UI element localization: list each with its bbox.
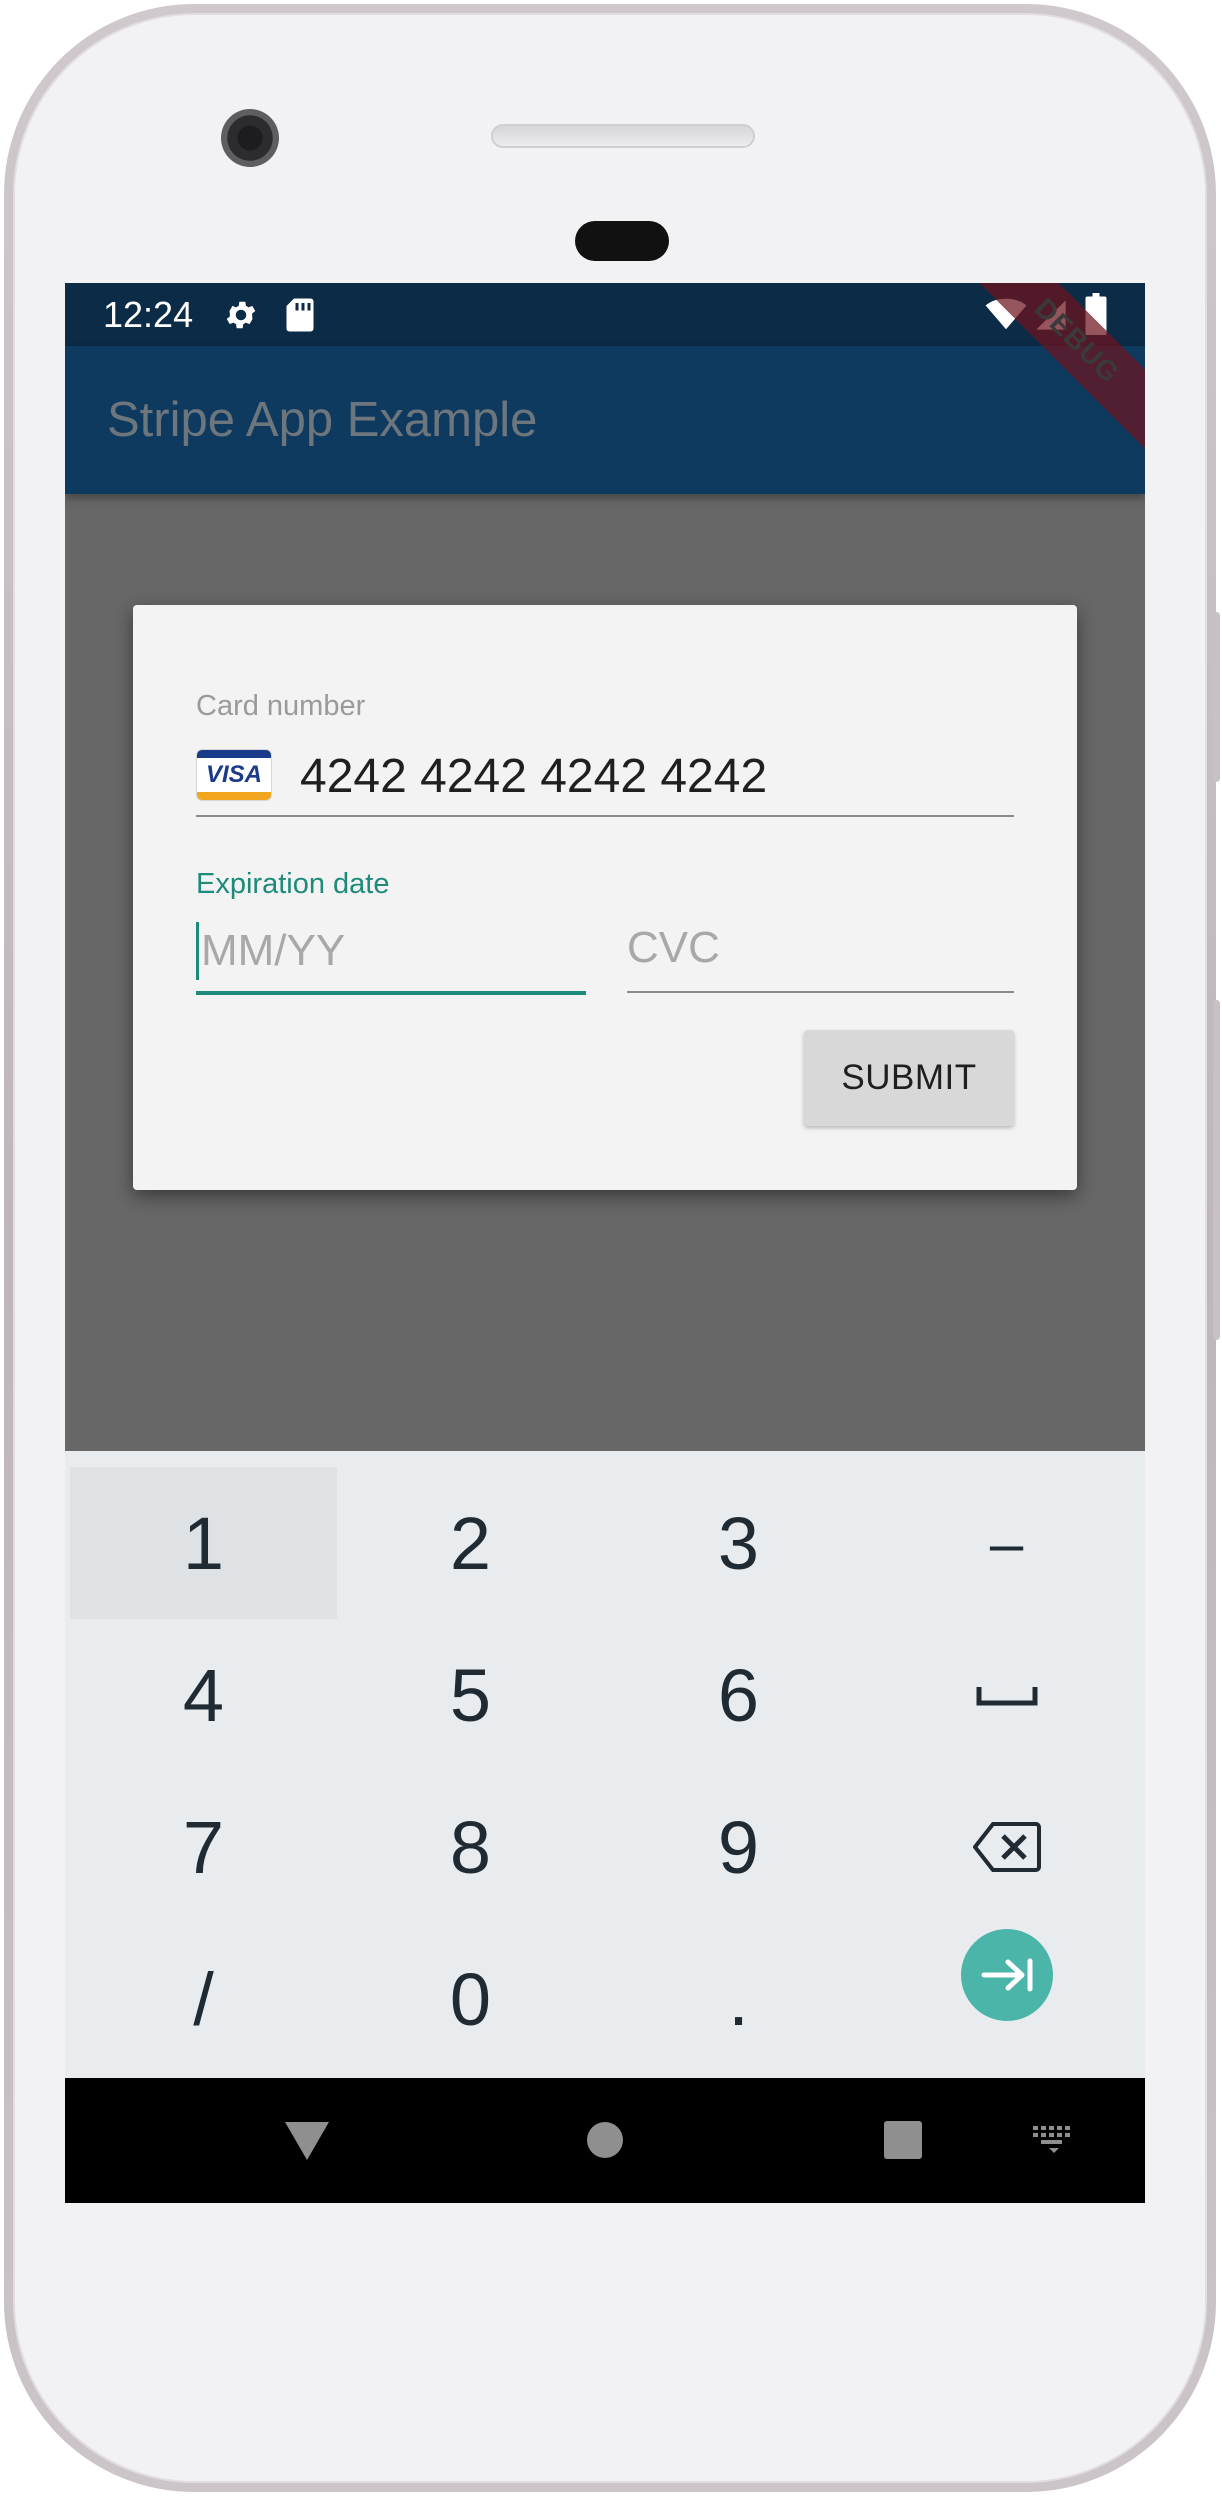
submit-button[interactable]: SUBMIT <box>804 1030 1014 1126</box>
key-dash[interactable]: – <box>873 1467 1140 1619</box>
sd-card-icon <box>286 298 314 332</box>
app-bar: Stripe App Example <box>65 346 1145 494</box>
key-slash[interactable]: / <box>70 1923 337 2075</box>
key-7[interactable]: 7 <box>70 1771 337 1923</box>
front-camera <box>221 109 279 167</box>
text-cursor <box>196 922 199 980</box>
key-4[interactable]: 4 <box>70 1619 337 1771</box>
key-1[interactable]: 1 <box>70 1467 337 1619</box>
screen: 12:24 Stripe App Example DEBUG Card numb… <box>65 283 1145 2203</box>
visa-card-icon: VISA <box>196 749 272 801</box>
card-number-field[interactable]: 4242 4242 4242 4242 <box>300 749 767 805</box>
gear-icon <box>226 301 256 329</box>
next-action-button[interactable] <box>960 1929 1053 2021</box>
cvc-field[interactable]: CVC <box>627 922 720 974</box>
status-time: 12:24 <box>103 294 194 335</box>
status-bar: 12:24 <box>65 283 1145 346</box>
key-5[interactable]: 5 <box>337 1619 604 1771</box>
expiration-date-underline <box>196 991 586 995</box>
key-0[interactable]: 0 <box>337 1923 604 2075</box>
numeric-keyboard: 1 2 3 – 4 5 6 7 8 9 / 0 . <box>65 1451 1145 2078</box>
key-space[interactable] <box>873 1619 1140 1771</box>
back-icon[interactable] <box>283 2120 331 2162</box>
key-next[interactable] <box>873 1899 1140 2051</box>
space-icon <box>976 1687 1037 1706</box>
next-arrow-icon <box>981 1958 1032 1992</box>
key-period[interactable]: . <box>605 1923 872 2075</box>
expiration-date-field[interactable]: MM/YY <box>201 925 345 977</box>
cvc-underline <box>627 991 1014 993</box>
proximity-sensor <box>575 221 669 261</box>
key-8[interactable]: 8 <box>337 1771 604 1923</box>
card-number-label: Card number <box>196 690 366 722</box>
home-icon[interactable] <box>585 2120 625 2160</box>
recents-icon[interactable] <box>883 2120 923 2160</box>
expiration-date-label: Expiration date <box>196 868 390 900</box>
key-9[interactable]: 9 <box>605 1771 872 1923</box>
backspace-icon <box>972 1822 1041 1872</box>
earpiece-speaker <box>491 124 755 148</box>
card-brand: VISA <box>205 761 262 788</box>
visa-band-bottom <box>197 792 271 800</box>
key-2[interactable]: 2 <box>337 1467 604 1619</box>
app-title: Stripe App Example <box>107 393 538 447</box>
power-button <box>1213 612 1220 782</box>
volume-button <box>1213 1000 1220 1340</box>
navigation-bar <box>65 2078 1145 2203</box>
card-form-dialog: Card number VISA 4242 4242 4242 4242 Exp… <box>133 605 1077 1190</box>
card-number-underline <box>196 815 1014 817</box>
key-6[interactable]: 6 <box>605 1619 872 1771</box>
visa-band-top <box>197 750 271 758</box>
key-3[interactable]: 3 <box>605 1467 872 1619</box>
keyboard-switch-icon[interactable] <box>1033 2126 1075 2154</box>
